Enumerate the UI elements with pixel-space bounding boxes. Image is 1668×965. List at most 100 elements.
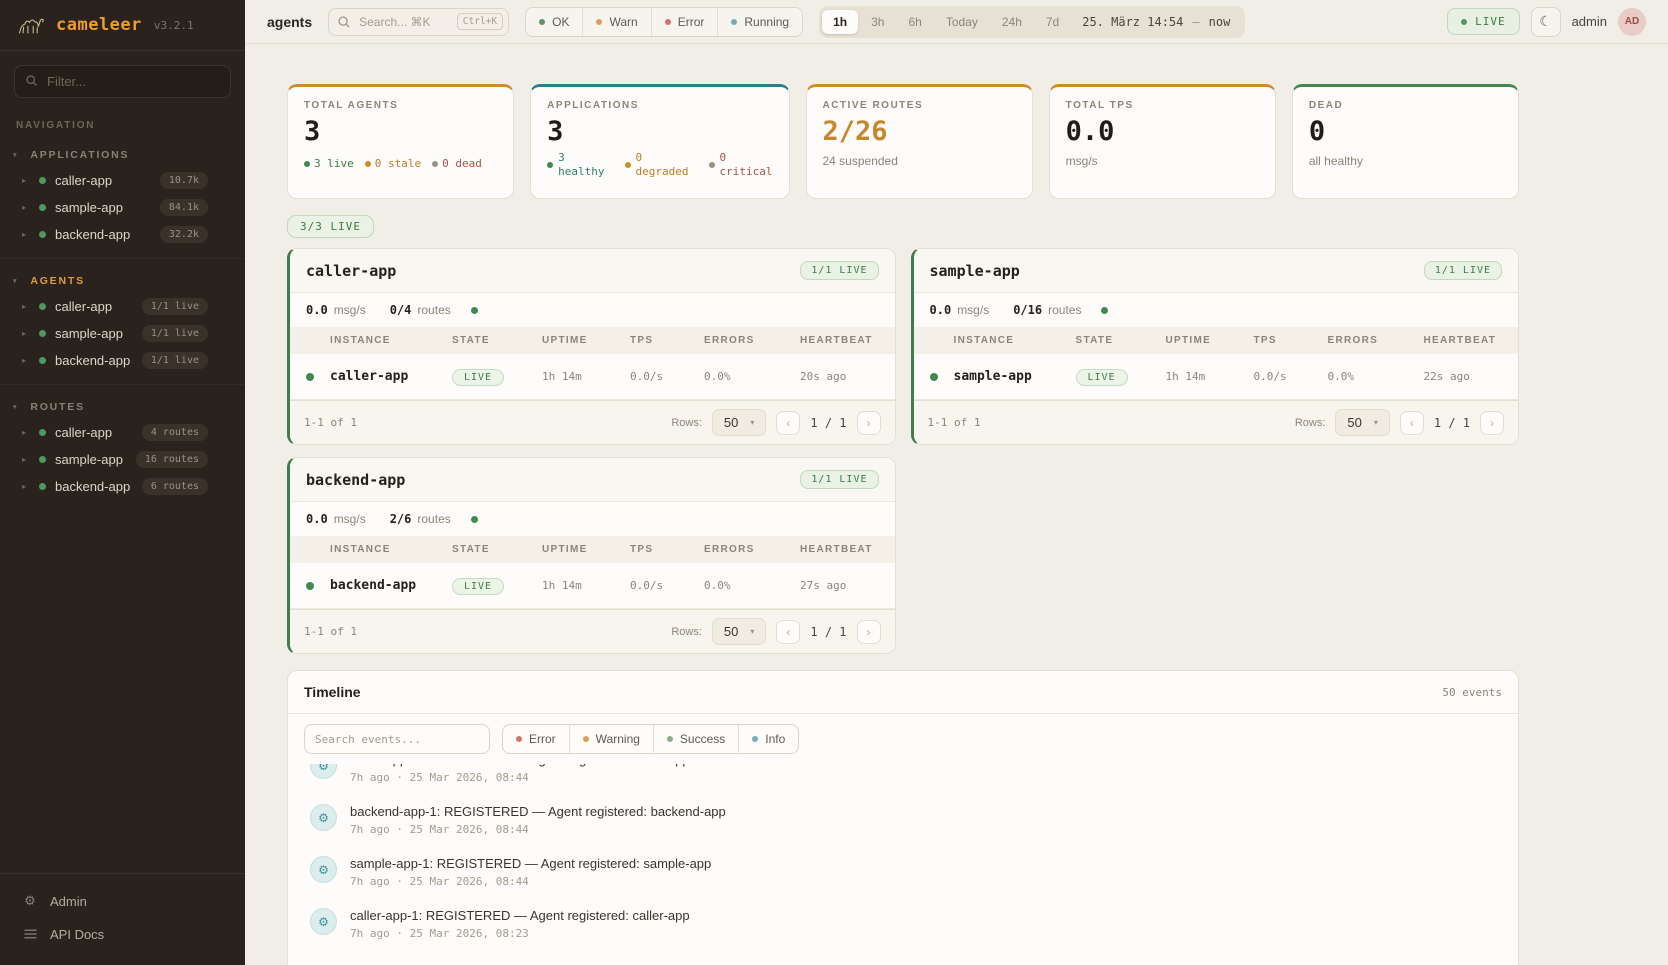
column-header[interactable]: UPTIME bbox=[1166, 335, 1254, 346]
legend-num: 0 bbox=[720, 151, 773, 165]
time-range-today[interactable]: Today bbox=[935, 10, 989, 34]
row-range-label: 1-1 of 1 bbox=[928, 416, 981, 429]
sidebar-item[interactable]: ▸ sample-app 84.1k bbox=[0, 194, 245, 221]
sidebar-item-admin[interactable]: ⚙ Admin bbox=[0, 884, 245, 918]
filter-chip-warning[interactable]: Warning bbox=[569, 725, 653, 753]
sidebar-item[interactable]: ▸ backend-app 1/1 live bbox=[0, 347, 245, 374]
filter-chip-info[interactable]: Info bbox=[738, 725, 798, 753]
sidebar-item[interactable]: ▸ caller-app 4 routes bbox=[0, 419, 245, 446]
legend-text: 0 stale bbox=[375, 157, 421, 170]
column-header[interactable]: INSTANCE bbox=[330, 335, 452, 346]
instance-name: caller-app bbox=[330, 369, 452, 384]
sidebar-filter-input[interactable] bbox=[14, 65, 231, 98]
app-title[interactable]: sample-app bbox=[930, 262, 1020, 280]
timeline-events[interactable]: ⚙ caller-app-1: REGISTERED — Agent regis… bbox=[288, 764, 1518, 965]
sidebar-item[interactable]: ▸ backend-app 6 routes bbox=[0, 473, 245, 500]
sidebar-item[interactable]: ▸ sample-app 1/1 live bbox=[0, 320, 245, 347]
column-header[interactable]: INSTANCE bbox=[954, 335, 1076, 346]
rows-per-page-select[interactable]: 50 ▾ bbox=[1335, 409, 1389, 436]
timeline-search-input[interactable] bbox=[304, 724, 490, 754]
next-page-button[interactable]: › bbox=[1480, 411, 1504, 435]
filter-chip-warn[interactable]: Warn bbox=[582, 8, 650, 36]
stat-value: 0.0 bbox=[1066, 118, 1259, 145]
column-header[interactable]: HEARTBEAT bbox=[1424, 335, 1519, 346]
chevron-right-icon: ▸ bbox=[22, 302, 30, 311]
event-timestamp: 7h ago · 25 Mar 2026, 08:23 bbox=[350, 927, 690, 940]
column-header[interactable]: ERRORS bbox=[1328, 335, 1424, 346]
timeline-event[interactable]: ⚙ backend-app-1: REGISTERED — Agent regi… bbox=[304, 794, 1502, 846]
time-range-6h[interactable]: 6h bbox=[897, 10, 932, 34]
sidebar-item[interactable]: ▸ caller-app 1/1 live bbox=[0, 293, 245, 320]
timeline-event[interactable]: ⚙ sample-app-1: REGISTERED — Agent regis… bbox=[304, 846, 1502, 898]
timeline-card: Timeline 50 events Error Warning bbox=[287, 670, 1519, 965]
next-page-button[interactable]: › bbox=[857, 411, 881, 435]
column-header[interactable]: HEARTBEAT bbox=[800, 335, 895, 346]
time-range-1h[interactable]: 1h bbox=[822, 10, 858, 34]
sidebar-item-api-docs[interactable]: API Docs bbox=[0, 918, 245, 951]
app-title[interactable]: caller-app bbox=[306, 262, 396, 280]
section-header-agents[interactable]: ▾ AGENTS bbox=[0, 267, 245, 293]
item-badge: 10.7k bbox=[160, 172, 208, 189]
timeline-filter-group: Error Warning Success Info bbox=[502, 724, 799, 754]
filter-chip-error[interactable]: Error bbox=[503, 725, 569, 753]
legend-dot bbox=[432, 161, 438, 167]
caret-down-icon: ▾ bbox=[750, 627, 754, 636]
time-range-24h[interactable]: 24h bbox=[991, 10, 1033, 34]
theme-toggle-button[interactable]: ☾ bbox=[1531, 7, 1561, 37]
time-range-7d[interactable]: 7d bbox=[1035, 10, 1070, 34]
chevron-right-icon: ▸ bbox=[22, 428, 30, 437]
column-header[interactable]: STATE bbox=[452, 335, 542, 346]
column-header[interactable]: UPTIME bbox=[542, 335, 630, 346]
sidebar-item[interactable]: ▸ caller-app 10.7k bbox=[0, 167, 245, 194]
column-header[interactable]: UPTIME bbox=[542, 544, 630, 555]
time-range-display[interactable]: 25. März 14:54 — now bbox=[1072, 15, 1242, 29]
sidebar-item[interactable]: ▸ backend-app 32.2k bbox=[0, 221, 245, 248]
column-header[interactable]: STATE bbox=[1076, 335, 1166, 346]
table-row[interactable]: sample-app LIVE 1h 14m 0.0/s 0.0% 22s ag… bbox=[914, 354, 1519, 400]
state-badge: LIVE bbox=[1076, 369, 1128, 386]
filter-chip-running[interactable]: Running bbox=[717, 8, 802, 36]
prev-page-button[interactable]: ‹ bbox=[776, 620, 800, 644]
app-title[interactable]: backend-app bbox=[306, 471, 405, 489]
next-page-button[interactable]: › bbox=[857, 620, 881, 644]
live-summary-badge: 3/3 LIVE bbox=[287, 215, 374, 238]
time-range-3h[interactable]: 3h bbox=[860, 10, 895, 34]
timeline-event[interactable]: ⚙ caller-app-1: REGISTERED — Agent regis… bbox=[304, 898, 1502, 950]
app-live-badge: 1/1 LIVE bbox=[800, 470, 878, 489]
column-header[interactable]: ERRORS bbox=[704, 335, 800, 346]
filter-chip-ok[interactable]: OK bbox=[526, 8, 582, 36]
column-header[interactable]: INSTANCE bbox=[330, 544, 452, 555]
column-header[interactable]: TPS bbox=[1254, 335, 1328, 346]
stat-label: DEAD bbox=[1309, 100, 1502, 111]
section-header-applications[interactable]: ▾ APPLICATIONS bbox=[0, 141, 245, 167]
avatar[interactable]: AD bbox=[1618, 8, 1646, 36]
filter-chip-success[interactable]: Success bbox=[653, 725, 738, 753]
timeline-event[interactable]: ⚙ caller-app-1: REGISTERED — Agent regis… bbox=[304, 764, 1502, 794]
column-header[interactable]: ERRORS bbox=[704, 544, 800, 555]
time-range-group: 1h 3h 6h Today 24h 7d 25. März 14:54 — n… bbox=[819, 6, 1245, 38]
table-row[interactable]: backend-app LIVE 1h 14m 0.0/s 0.0% 27s a… bbox=[290, 563, 895, 609]
section-header-routes[interactable]: ▾ ROUTES bbox=[0, 393, 245, 419]
errors-value: 0.0% bbox=[704, 579, 800, 592]
sidebar: cameleer v3.2.1 NAVIGATION ▾ APPLICATION… bbox=[0, 0, 245, 965]
brand-version: v3.2.1 bbox=[154, 19, 194, 32]
app-routes-value: 0/16 bbox=[1013, 303, 1042, 317]
rows-per-page-select[interactable]: 50 ▾ bbox=[712, 409, 766, 436]
chevron-right-icon: ▸ bbox=[22, 230, 30, 239]
filter-chip-error[interactable]: Error bbox=[651, 8, 718, 36]
column-header[interactable]: STATE bbox=[452, 544, 542, 555]
prev-page-button[interactable]: ‹ bbox=[1400, 411, 1424, 435]
app-card-sample-app: sample-app 1/1 LIVE 0.0 msg/s 0/16 route… bbox=[911, 248, 1520, 445]
column-header[interactable]: TPS bbox=[630, 544, 704, 555]
row-range-label: 1-1 of 1 bbox=[304, 625, 357, 638]
app-logo: cameleer v3.2.1 bbox=[0, 0, 245, 51]
stat-value: 2/26 bbox=[823, 118, 1016, 145]
table-row[interactable]: caller-app LIVE 1h 14m 0.0/s 0.0% 20s ag… bbox=[290, 354, 895, 400]
column-header[interactable]: TPS bbox=[630, 335, 704, 346]
prev-page-button[interactable]: ‹ bbox=[776, 411, 800, 435]
rows-per-page-select[interactable]: 50 ▾ bbox=[712, 618, 766, 645]
sidebar-item[interactable]: ▸ sample-app 16 routes bbox=[0, 446, 245, 473]
column-header[interactable]: HEARTBEAT bbox=[800, 544, 895, 555]
tps-value: 0.0/s bbox=[630, 579, 704, 592]
chevron-right-icon: ▸ bbox=[22, 356, 30, 365]
